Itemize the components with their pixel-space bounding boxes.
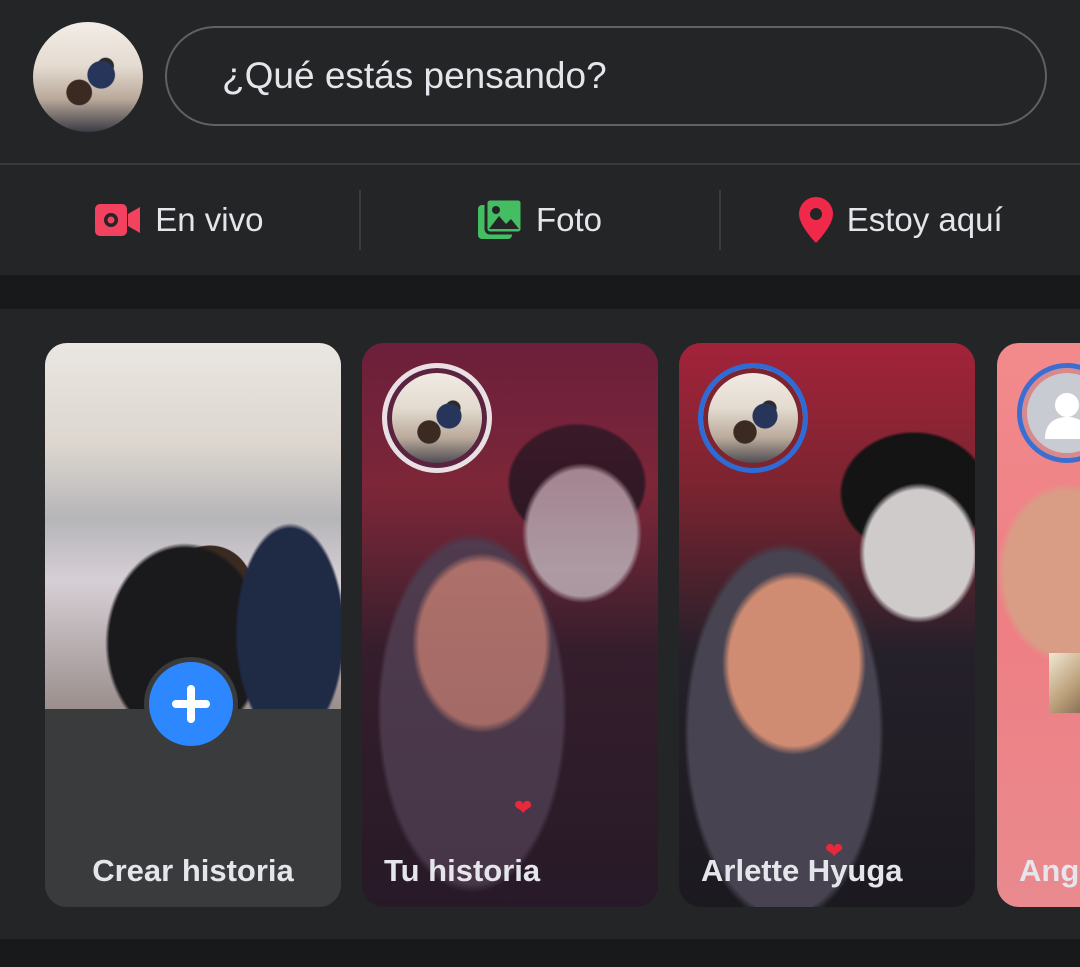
story-card-ange[interactable]: Ange bbox=[997, 343, 1080, 907]
section-divider bbox=[0, 939, 1080, 967]
sticker-thumbnail bbox=[1049, 653, 1080, 713]
story-card-own[interactable]: ❤ Tu historia bbox=[362, 343, 658, 907]
heart-icon: ❤ bbox=[514, 795, 533, 820]
profile-photo bbox=[45, 343, 341, 709]
check-in-label: Estoy aquí bbox=[846, 201, 1003, 238]
live-video-icon bbox=[95, 202, 141, 238]
story-avatar bbox=[1017, 363, 1080, 463]
live-video-label: En vivo bbox=[155, 201, 264, 238]
story-avatar bbox=[698, 363, 808, 473]
live-video-button[interactable]: En vivo bbox=[0, 165, 359, 275]
check-in-button[interactable]: Estoy aquí bbox=[721, 165, 1080, 275]
story-avatar bbox=[382, 363, 492, 473]
status-input[interactable]: ¿Qué estás pensando? bbox=[165, 26, 1047, 126]
photo-icon bbox=[477, 199, 522, 241]
avatar[interactable] bbox=[33, 22, 143, 132]
composer-actions: En vivo Foto Estoy aquí bbox=[0, 165, 1080, 275]
create-story-label: Crear historia bbox=[92, 853, 294, 888]
plus-icon bbox=[172, 685, 210, 723]
photo-button[interactable]: Foto bbox=[361, 165, 720, 275]
default-user-icon bbox=[1045, 393, 1080, 439]
story-label: Ange bbox=[1019, 853, 1080, 888]
location-pin-icon bbox=[798, 197, 833, 243]
post-composer: ¿Qué estás pensando? bbox=[0, 0, 1080, 163]
create-story-card[interactable]: Crear historia bbox=[45, 343, 341, 907]
heart-icon: ❤ bbox=[825, 838, 844, 863]
story-label: Tu historia bbox=[384, 853, 541, 888]
add-story-button[interactable] bbox=[144, 657, 238, 751]
photo-label: Foto bbox=[535, 201, 603, 238]
story-card-arlette[interactable]: ❤ Arlette Hyuga bbox=[679, 343, 975, 907]
section-divider bbox=[0, 275, 1080, 309]
stories-tray: Crear historia ❤ Tu historia ❤ Arlette H… bbox=[0, 309, 1080, 939]
